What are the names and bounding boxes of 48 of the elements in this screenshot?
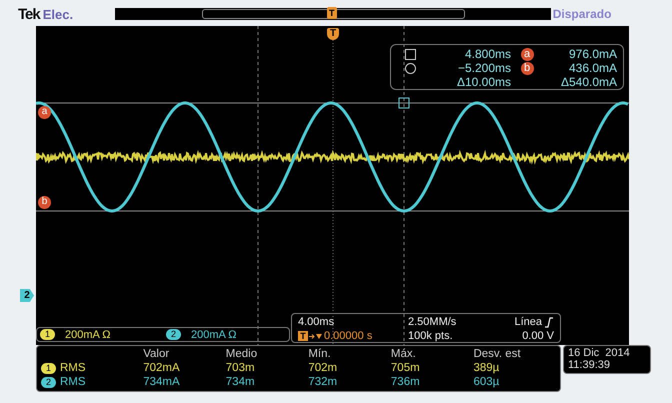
sample-rate: 2.50MM/s (408, 316, 458, 328)
measurement-value: 705m (390, 362, 421, 374)
mode-label: Elec. (42, 6, 74, 22)
channel-badge[interactable]: 2 (166, 329, 181, 340)
record-length: 100k pts. (408, 330, 454, 342)
measurement-value: 734m (226, 376, 256, 388)
measurement-value: 732m (308, 376, 338, 388)
measurement-value: 702m (308, 362, 338, 374)
trigger-level: 0.00 V (521, 330, 554, 342)
column-header: Valor (143, 348, 170, 360)
trigger-status: Disparado (552, 7, 612, 21)
measurement-value: 389µ (473, 362, 500, 374)
channel-scale: 200mA Ω (65, 328, 111, 340)
measurement-value: 603µ (473, 376, 500, 388)
column-header: Desv. est (473, 348, 522, 360)
brand-logo: Tek (18, 6, 40, 22)
measurement-value: 703m (226, 362, 256, 374)
date-text: 16 Dic 2014 (568, 347, 631, 359)
cursor-label: b (38, 196, 51, 209)
trigger-position-label: T (298, 331, 308, 341)
trigger-marker[interactable]: T (327, 28, 339, 40)
cursor-value: Δ540.0mA (560, 75, 617, 89)
measurement-value: 736m (390, 376, 421, 388)
time-per-division: 4.00ms (298, 316, 336, 328)
measurement-type: RMS (60, 362, 86, 374)
cursor-time: −5.200ms (456, 61, 511, 75)
channel-badge: 1 (41, 362, 56, 374)
cursor-marker: a (520, 48, 534, 60)
channel-badge[interactable]: 1 (40, 329, 55, 340)
column-header: Máx. (390, 348, 417, 360)
measurement-value: 734mA (143, 376, 181, 388)
column-header: Mín. (308, 348, 332, 360)
cursor-marker: b (520, 62, 534, 74)
cursor-value: 436.0mA (568, 61, 617, 75)
time-text: 11:39:39 (568, 359, 612, 371)
trigger-delay: 0.00000 s (324, 330, 372, 342)
measurement-type: RMS (60, 376, 86, 388)
cursor-label: a (38, 106, 51, 119)
trigger-source: Línea (514, 316, 542, 328)
measurement-value: 702mA (143, 362, 181, 374)
channel-badge: 2 (41, 376, 56, 388)
cursor-time: 4.800ms (464, 47, 511, 61)
channel-marker[interactable]: 2 (20, 289, 34, 302)
column-header: Medio (226, 348, 258, 360)
record-trigger-marker: T (326, 7, 337, 19)
cursor-value: 976.0mA (568, 47, 617, 61)
cursor-time: Δ10.00ms (456, 75, 511, 89)
channel-scale: 200mA Ω (191, 328, 237, 340)
